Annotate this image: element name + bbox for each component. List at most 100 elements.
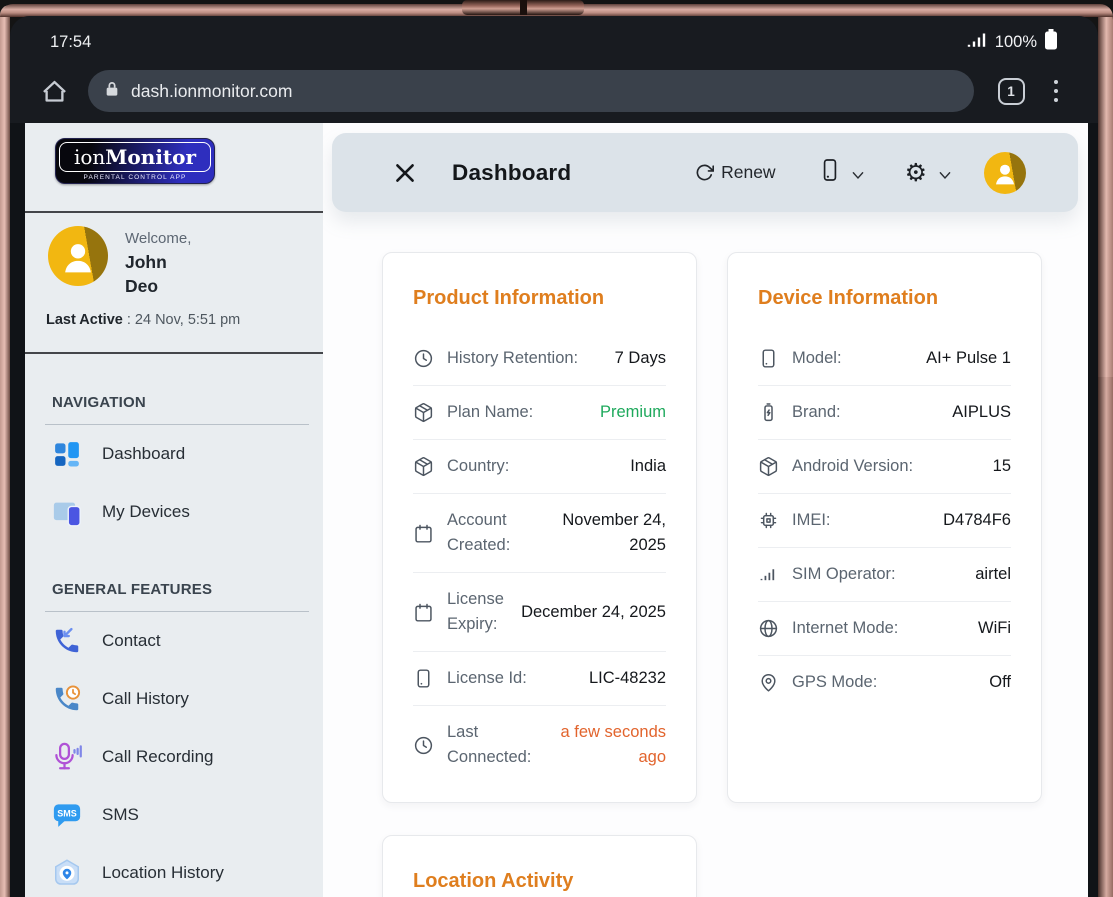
close-icon[interactable] — [392, 160, 418, 186]
globe-icon — [758, 618, 780, 639]
info-value: WiFi — [978, 616, 1011, 641]
phone-frame-left — [0, 5, 10, 897]
info-label: IMEI: — [792, 508, 931, 533]
home-icon[interactable] — [41, 78, 68, 105]
sidebar-item-label: SMS — [102, 805, 139, 825]
dashboard-header: Dashboard Renew — [332, 133, 1078, 212]
sidebar-item-label: My Devices — [102, 502, 190, 522]
signal-icon — [758, 564, 780, 585]
info-label: Model: — [792, 346, 914, 371]
card-title: Location Activity — [413, 870, 666, 893]
tab-switcher-button[interactable]: 1 — [998, 78, 1025, 105]
pin-icon — [758, 672, 780, 693]
info-row-model: Model: AI+ Pulse 1 — [758, 332, 1011, 386]
info-value: AIPLUS — [952, 400, 1011, 425]
lock-icon — [104, 80, 120, 103]
sidebar-item-dashboard[interactable]: Dashboard — [25, 425, 323, 483]
info-label: Last Connected: — [447, 720, 531, 770]
sidebar-item-call-history[interactable]: Call History — [25, 670, 323, 728]
last-active: Last Active : 24 Nov, 5:51 pm — [46, 312, 323, 328]
logo-wordmark: ionMonitor — [59, 142, 211, 172]
profile-avatar[interactable] — [984, 152, 1026, 194]
address-bar[interactable]: dash.ionmonitor.com — [88, 70, 974, 112]
sidebar-item-label: Contact — [102, 631, 161, 651]
dashboard-content: Product Information History Retention: 7… — [332, 212, 1078, 897]
smartphone-icon — [758, 348, 780, 369]
info-row-gps-mode: GPS Mode: Off — [758, 656, 1011, 709]
info-label: Brand: — [792, 400, 940, 425]
url-text: dash.ionmonitor.com — [131, 81, 292, 102]
sidebar-item-sms[interactable]: SMS SMS — [25, 786, 323, 844]
last-active-label: Last Active — [46, 312, 123, 328]
info-value: 15 — [993, 454, 1011, 479]
info-value: airtel — [975, 562, 1011, 587]
browser-menu-icon[interactable] — [1050, 76, 1063, 107]
info-value: AI+ Pulse 1 — [926, 346, 1011, 371]
sidebar-item-contact[interactable]: Contact — [25, 612, 323, 670]
devices-icon — [52, 497, 82, 527]
info-label: License Id: — [447, 666, 577, 691]
info-value: D4784F6 — [943, 508, 1011, 533]
chevron-down-icon — [938, 168, 952, 178]
info-row-android-version: Android Version: 15 — [758, 440, 1011, 494]
page-title: Dashboard — [452, 160, 571, 186]
phone-frame-right — [1098, 5, 1113, 897]
sidebar-item-my-devices[interactable]: My Devices — [25, 483, 323, 541]
card-title: Device Information — [758, 287, 1011, 310]
settings-dropdown[interactable]: ⚙ — [905, 160, 952, 185]
info-label: Country: — [447, 454, 618, 479]
info-row-imei: IMEI: D4784F6 — [758, 494, 1011, 548]
info-value: LIC-48232 — [589, 666, 666, 691]
signal-strength-icon — [966, 31, 988, 53]
info-row-account-created: Account Created: November 24, 2025 — [413, 494, 666, 573]
info-label: Internet Mode: — [792, 616, 966, 641]
info-row-license-id: License Id: LIC-48232 — [413, 652, 666, 706]
user-first-name: John — [125, 250, 191, 274]
info-value: India — [630, 454, 666, 479]
device-information-card: Device Information Model: AI+ Pulse 1 Br… — [727, 252, 1042, 803]
cpu-icon — [758, 510, 780, 531]
sidebar-item-label: Location History — [102, 863, 224, 883]
webpage: ionMonitor PARENTAL CONTROL APP Welcome,… — [25, 123, 1088, 897]
calendar-icon — [413, 602, 435, 623]
logo-text-monitor: Monitor — [105, 145, 196, 169]
info-label: GPS Mode: — [792, 670, 977, 695]
battery-percentage: 100% — [995, 33, 1037, 52]
calendar-icon — [413, 523, 435, 544]
phone-screen: 17:54 100% — [10, 16, 1098, 897]
package-icon — [413, 402, 435, 423]
location-activity-card: Location Activity — [382, 835, 697, 897]
sms-icon: SMS — [52, 800, 82, 830]
sidebar-item-location-history[interactable]: Location History — [25, 844, 323, 897]
sidebar-item-call-recording[interactable]: Call Recording — [25, 728, 323, 786]
phone-hinge — [462, 0, 584, 15]
renew-button[interactable]: Renew — [695, 162, 775, 183]
user-welcome-block: Welcome, John Deo — [25, 213, 323, 298]
refresh-icon — [695, 163, 714, 182]
card-title: Product Information — [413, 287, 666, 310]
greeting-text: Welcome, — [125, 226, 191, 250]
main-content: Dashboard Renew — [323, 123, 1088, 897]
info-value: Premium — [600, 400, 666, 425]
clock-time: 17:54 — [50, 33, 91, 52]
info-row-license-expiry: License Expiry: December 24, 2025 — [413, 573, 666, 652]
sidebar: ionMonitor PARENTAL CONTROL APP Welcome,… — [25, 123, 323, 897]
sidebar-item-label: Call History — [102, 689, 189, 709]
info-label: Account Created: — [447, 508, 510, 558]
info-value: 7 Days — [615, 346, 666, 371]
user-avatar — [48, 226, 108, 286]
info-row-sim-operator: SIM Operator: airtel — [758, 548, 1011, 602]
info-value: a few seconds ago — [543, 720, 666, 770]
phone-icon — [820, 157, 840, 188]
battery-icon — [1044, 29, 1058, 55]
product-information-card: Product Information History Retention: 7… — [382, 252, 697, 803]
status-bar: 17:54 100% — [10, 16, 1098, 60]
dashboard-icon — [52, 439, 82, 469]
address-bar-row: dash.ionmonitor.com 1 — [10, 70, 1098, 112]
section-title-navigation: NAVIGATION — [52, 394, 323, 411]
battery-icon — [758, 402, 780, 423]
sidebar-item-label: Dashboard — [102, 444, 185, 464]
device-selector-dropdown[interactable] — [820, 157, 865, 188]
last-active-value: : 24 Nov, 5:51 pm — [123, 312, 240, 328]
gear-icon: ⚙ — [905, 160, 927, 185]
